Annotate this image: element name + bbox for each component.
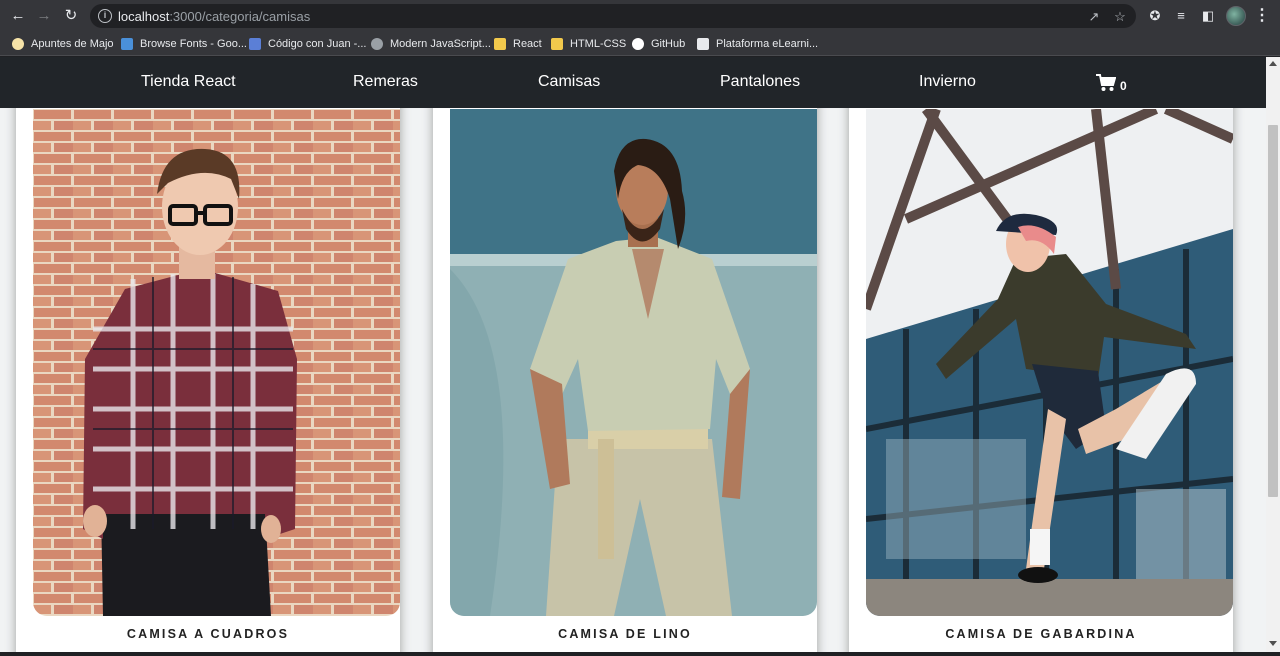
url-text[interactable]: localhost:3000/categoria/camisas (118, 9, 310, 24)
bookmark-item[interactable]: GitHub (632, 35, 685, 53)
folder-icon (494, 38, 506, 50)
bookmark-favicon-icon (121, 38, 133, 50)
product-card[interactable]: CAMISA DE GABARDINA (849, 87, 1233, 652)
bookmark-favicon-icon (697, 38, 709, 50)
back-arrow-icon[interactable]: ← (8, 6, 28, 26)
window-bottom-edge (0, 652, 1280, 656)
forward-arrow-icon[interactable]: → (34, 6, 54, 26)
extensions-icon[interactable]: ✪ (1146, 7, 1164, 25)
reload-icon[interactable]: ↻ (61, 6, 81, 26)
brand-link[interactable]: Tienda React (141, 73, 236, 91)
product-card[interactable]: CAMISA A CUADROS (16, 87, 400, 652)
folder-icon (551, 38, 563, 50)
bookmark-item[interactable]: Código con Juan -... (249, 35, 366, 53)
bookmark-favicon-icon (12, 38, 24, 50)
scrollbar-thumb[interactable] (1268, 125, 1278, 497)
bookmark-favicon-icon (371, 38, 383, 50)
side-panel-icon[interactable]: ◧ (1199, 7, 1217, 25)
bookmarks-bar: Apuntes de Majo Browse Fonts - Goo... Có… (0, 32, 1280, 56)
product-card[interactable]: CAMISA DE LINO (433, 87, 817, 652)
scroll-up-arrow-icon[interactable] (1269, 61, 1277, 66)
cart-icon[interactable] (1096, 74, 1116, 92)
nav-link-camisas[interactable]: Camisas (538, 73, 600, 91)
menu-kebab-icon[interactable]: ⋮ (1254, 6, 1270, 26)
cart-widget[interactable]: 0 (1096, 73, 1127, 93)
nav-link-invierno[interactable]: Invierno (919, 73, 976, 91)
product-name[interactable]: CAMISA A CUADROS (16, 627, 400, 641)
product-name[interactable]: CAMISA DE LINO (433, 627, 817, 641)
bookmark-item[interactable]: HTML-CSS (551, 35, 626, 53)
product-image[interactable] (450, 109, 817, 616)
scroll-down-arrow-icon[interactable] (1269, 641, 1277, 646)
bookmark-item[interactable]: React (494, 35, 542, 53)
bookmark-item[interactable]: Plataforma eLearni... (697, 35, 818, 53)
cart-count: 0 (1120, 79, 1127, 93)
bookmark-item[interactable]: Apuntes de Majo (12, 35, 114, 53)
media-playlist-icon[interactable]: ≡ (1172, 7, 1190, 25)
product-image[interactable] (33, 109, 400, 616)
profile-avatar[interactable] (1226, 6, 1246, 26)
bookmark-item[interactable]: Browse Fonts - Goo... (121, 35, 247, 53)
nav-link-remeras[interactable]: Remeras (353, 73, 418, 91)
nav-link-pantalones[interactable]: Pantalones (720, 73, 800, 91)
product-image[interactable] (866, 109, 1233, 616)
bookmark-item[interactable]: Modern JavaScript... (371, 35, 491, 53)
page-scrollbar[interactable] (1266, 57, 1280, 652)
site-navbar: Tienda React Remeras Camisas Pantalones … (0, 57, 1266, 108)
bookmark-favicon-icon (249, 38, 261, 50)
github-icon (632, 38, 644, 50)
share-icon[interactable]: ↗ (1086, 9, 1102, 25)
address-bar[interactable]: i localhost:3000/categoria/camisas ↗ ☆ (90, 4, 1136, 28)
product-name[interactable]: CAMISA DE GABARDINA (849, 627, 1233, 641)
page-viewport: CAMISA A CUADROS CAMISA DE LINO CAMISA D… (0, 57, 1266, 652)
browser-toolbar: ← → ↻ i localhost:3000/categoria/camisas… (0, 0, 1280, 32)
site-info-icon[interactable]: i (98, 9, 112, 23)
star-icon[interactable]: ☆ (1112, 9, 1128, 25)
